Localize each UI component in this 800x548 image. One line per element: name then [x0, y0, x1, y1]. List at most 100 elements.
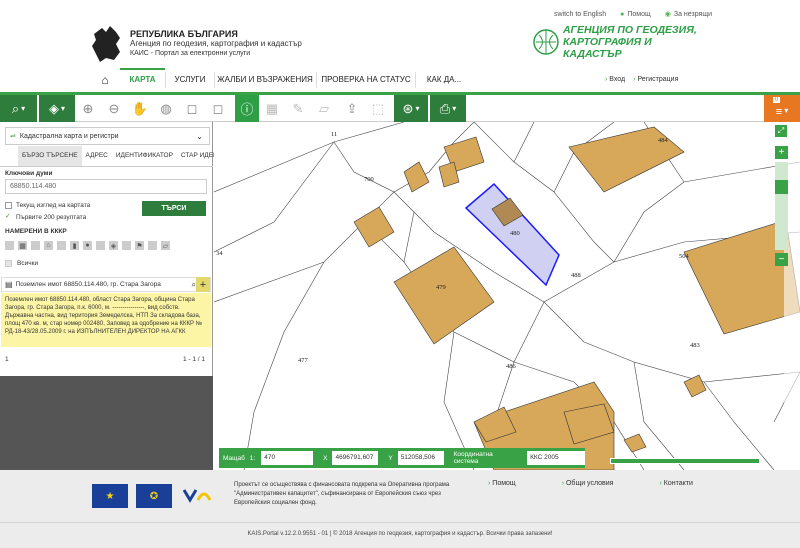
zoom-slider-thumb[interactable] — [775, 180, 788, 194]
header-line-3: КАИС - Портал за електронни услуги — [130, 50, 251, 57]
zoom-out-icon[interactable]: ⊖ — [104, 95, 124, 122]
login-label: Вход — [609, 76, 626, 83]
select-icon[interactable]: ⬚ — [368, 95, 388, 122]
register-link[interactable]: › Регистрация — [633, 68, 678, 92]
filter-blank-icon[interactable] — [122, 241, 131, 250]
page-range: 1 - 1 / 1 — [182, 356, 205, 363]
help-link[interactable]: ● Помощ — [620, 10, 651, 18]
filter-apartment-icon[interactable] — [57, 241, 66, 250]
table-icon[interactable]: ▦ — [262, 95, 282, 122]
filter-all-icon[interactable] — [5, 241, 14, 250]
nav-map[interactable]: КАРТА — [120, 68, 165, 92]
results-count-badge: 0 — [773, 97, 781, 103]
add-result-icon[interactable]: + — [196, 277, 210, 292]
polygon-icon[interactable]: ▱ — [314, 95, 334, 122]
tab-identifier[interactable]: ИДЕНТИФИКАТОР — [112, 146, 177, 166]
scale-input[interactable]: 470 — [261, 451, 314, 465]
first200-label: Първите 200 резултата — [16, 214, 87, 221]
filter-pin-icon[interactable]: ● — [83, 241, 92, 250]
home-icon[interactable]: ⌂ — [94, 68, 116, 92]
filter-building-icon[interactable]: ⌂ — [44, 241, 53, 250]
footer-funding-text: Проектът се осъществява с финансовата по… — [234, 482, 450, 506]
zoom-out-button[interactable]: − — [775, 253, 788, 266]
zoom-in-button[interactable]: + — [775, 146, 788, 159]
results-menu-button[interactable]: 0 ≡ ▾ — [764, 95, 800, 122]
scale-label: Мащаб — [223, 454, 245, 462]
top-links: switch to English ● Помощ ◉ За незрящи — [554, 10, 712, 19]
x-coordinate-input[interactable]: 4696791,607 — [332, 451, 379, 465]
y-coordinate-input[interactable]: 512058,506 — [397, 451, 444, 465]
filter-block-icon[interactable] — [96, 241, 105, 250]
coordinates-bar: Мащаб 1: 470 X 4696791,607 Y 512058,506 … — [219, 448, 585, 468]
list-icon: ≡ — [775, 105, 783, 118]
layer-select[interactable]: ⇌ Кадастрална карта и регистри ⌄ — [5, 127, 210, 145]
layers-button[interactable]: ◈ ▾ — [38, 95, 75, 122]
checkbox-box — [5, 260, 12, 267]
object-type-filters: ▦ ⌂ ▮ ● ◈ ⚑ ▱ — [5, 241, 170, 250]
filter-parcel-icon[interactable] — [31, 241, 40, 250]
coordinate-system-select[interactable]: ККС 2005 — [527, 451, 585, 465]
footer-link-label: Контакти — [663, 480, 693, 487]
next-extent-icon[interactable]: ◻ — [208, 95, 228, 122]
printer-icon: ⎙ — [439, 100, 451, 116]
keywords-input[interactable] — [5, 179, 207, 194]
first200-checkbox[interactable]: ✓ Първите 200 резултата — [5, 213, 87, 221]
map-canvas[interactable]: 11 700 480 488 504 483 486 477 479 484 3… — [214, 122, 800, 470]
filter-doc-icon[interactable]: ▮ — [70, 241, 79, 250]
zoom-slider[interactable] — [775, 162, 788, 250]
ruler-icon[interactable]: ✎ — [288, 95, 308, 122]
current-view-checkbox[interactable]: Текущ изглед на картата — [5, 202, 90, 209]
parcel-label: 504 — [679, 253, 690, 260]
nav-services[interactable]: УСЛУГИ — [166, 68, 214, 92]
coat-of-arms-logo[interactable] — [90, 24, 124, 64]
tab-address[interactable]: АДРЕС — [82, 146, 112, 166]
filter-grid-icon[interactable]: ▦ — [18, 241, 27, 250]
accessibility-link[interactable]: ◉ За незрящи — [664, 10, 712, 19]
previous-extent-icon[interactable]: ◻ — [182, 95, 202, 122]
info-icon[interactable]: ⓘ — [235, 95, 259, 122]
filter-polygon-icon[interactable]: ▱ — [161, 241, 170, 250]
footer-link-terms[interactable]: › Общи условия — [562, 480, 614, 487]
filter-road-icon[interactable] — [148, 241, 157, 250]
switch-english-link[interactable]: switch to English — [554, 10, 606, 18]
nav-status-check[interactable]: ПРОВЕРКА НА СТАТУС — [317, 68, 415, 92]
globe-view-icon[interactable]: ◍ — [156, 95, 176, 122]
filter-layers-icon[interactable]: ◈ — [109, 241, 118, 250]
nav-complaints[interactable]: ЖАЛБИ И ВЪЗРАЖЕНИЯ — [215, 68, 315, 92]
check-icon: ✓ — [5, 213, 11, 220]
upload-icon[interactable]: ⇪ — [340, 95, 364, 122]
zoom-in-icon[interactable]: ⊕ — [78, 95, 98, 122]
layers-icon: ◈ — [48, 100, 59, 116]
footer-link-label: Помощ — [492, 480, 516, 487]
footer-link-help[interactable]: › Помощ — [488, 480, 516, 487]
zoom-control: + − — [775, 146, 789, 269]
header-line-1: РЕПУБЛИКА БЪЛГАРИЯ — [130, 29, 238, 39]
fullscreen-icon[interactable]: ⤢ — [775, 125, 787, 137]
print-button[interactable]: ⎙ ▾ — [430, 95, 466, 122]
agency-line-2: КАРТОГРАФИЯ И КАДАСТЪР — [562, 36, 652, 60]
map-toolbar: ⌕ ▾ ◈ ▾ ⊕ ⊖ ✋ ◍ ◻ ◻ ⓘ ▦ ✎ ▱ ⇪ ⬚ ⊛ ▾ ⎙ ▾ — [0, 95, 800, 122]
chevron-down-icon: ▾ — [60, 104, 65, 113]
select-all-checkbox[interactable]: Всички — [5, 260, 38, 267]
nav-how-to[interactable]: КАК ДА... — [416, 68, 472, 92]
parcel-label: 479 — [436, 284, 446, 291]
result-header[interactable]: ▤ Поземлен имот 68850.114.480, гр. Стара… — [1, 277, 211, 292]
page-number[interactable]: 1 — [5, 356, 9, 363]
zoom-search-button[interactable]: ⌕ ▾ — [0, 95, 37, 122]
login-link[interactable]: › Вход — [605, 68, 625, 92]
agency-logo[interactable]: АГЕНЦИЯ ПО ГЕОДЕЗИЯ, КАРТОГРАФИЯ И КАДАС… — [533, 24, 713, 60]
filter-flag-icon[interactable]: ⚑ — [135, 241, 144, 250]
panel-bottom-area — [0, 376, 213, 470]
footer-link-contacts[interactable]: › Контакти — [659, 480, 692, 487]
y-label: Y — [388, 454, 393, 462]
header-title: РЕПУБЛИКА БЪЛГАРИЯ Агенция по геодезия, … — [130, 29, 302, 59]
parcel-label: 480 — [510, 230, 520, 237]
tab-quick-search[interactable]: БЪРЗО ТЪРСЕНЕ — [18, 146, 82, 166]
search-tabs: БЪРЗО ТЪРСЕНЕ АДРЕС ИДЕНТИФИКАТОР СТАР И… — [0, 146, 228, 166]
eye-icon: ◉ — [664, 11, 671, 18]
layer-tools-button[interactable]: ⊛ ▾ — [394, 95, 428, 122]
cadastral-map[interactable]: 11 700 480 488 504 483 486 477 479 484 3… — [214, 122, 800, 470]
search-button[interactable]: ТЪРСИ — [142, 201, 206, 216]
pan-hand-icon[interactable]: ✋ — [130, 95, 150, 122]
globe-icon — [533, 29, 559, 55]
